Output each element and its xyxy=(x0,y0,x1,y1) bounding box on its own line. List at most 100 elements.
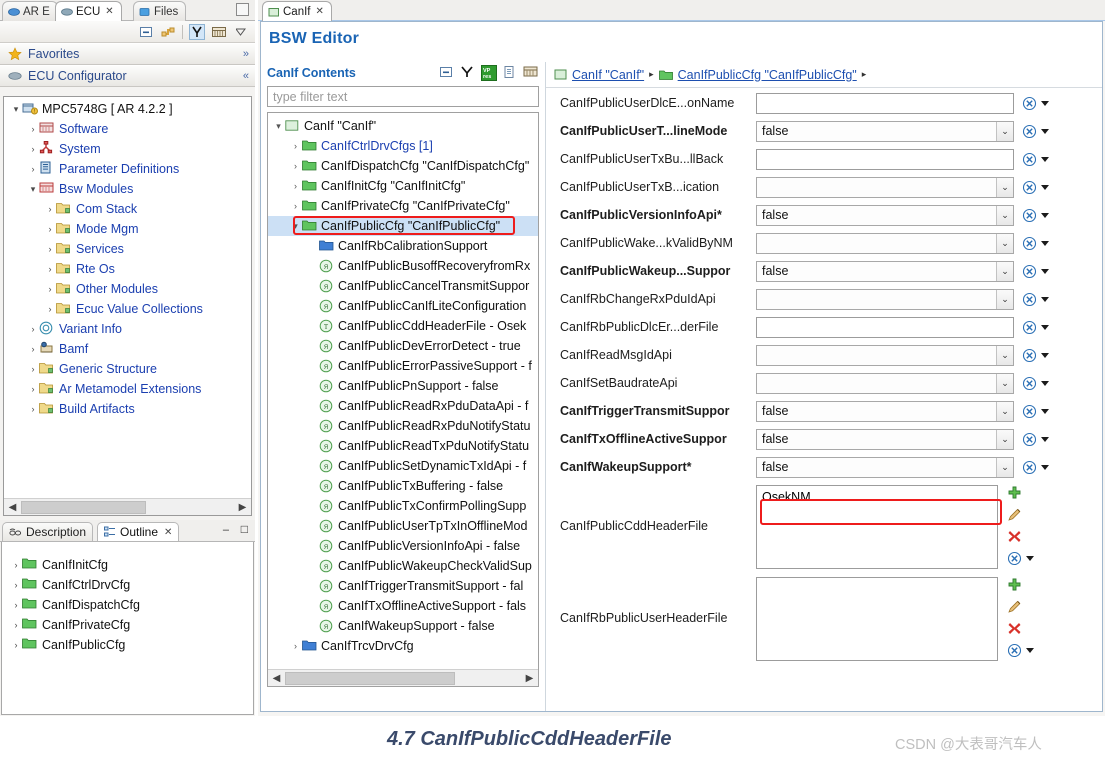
list-property-box[interactable]: OsekNM xyxy=(756,485,998,569)
reset-icon[interactable] xyxy=(1022,208,1037,223)
reset-icon[interactable] xyxy=(1022,96,1037,111)
scroll-left-arrow[interactable]: ◀ xyxy=(4,502,21,513)
property-combo[interactable]: ⌄ xyxy=(756,288,1014,310)
chevron-down-icon[interactable]: ▾ xyxy=(272,121,285,132)
vp-res-icon[interactable]: VP res xyxy=(481,65,497,81)
ecu-configurator-tree[interactable]: ▾! MPC5748G [ AR 4.2.2 ] › Software › System ›… xyxy=(3,96,252,516)
chevron-down-icon[interactable]: ⌄ xyxy=(996,457,1013,477)
chevron-right-icon[interactable]: › xyxy=(44,224,56,234)
outline-list[interactable]: › CanIfInitCfg › CanIfCtrlDrvCfg › CanIfDispa… xyxy=(1,542,254,715)
contents-tree-item[interactable]: Я CanIfPublicTxConfirmPollingSupp xyxy=(268,496,538,516)
chevron-right-icon[interactable]: › xyxy=(27,144,39,154)
tree-item[interactable]: › Services xyxy=(4,239,251,259)
contents-tree-item[interactable]: Я CanIfPublicCancelTransmitSuppor xyxy=(268,276,538,296)
tree-item[interactable]: › Software xyxy=(4,119,251,139)
property-combo[interactable]: ⌄ xyxy=(756,232,1014,254)
contents-tree-item[interactable]: › CanIfCtrlDrvCfgs [1] xyxy=(268,136,538,156)
list-property-box[interactable] xyxy=(756,577,998,661)
add-icon[interactable] xyxy=(1007,577,1022,595)
canif-contents-tree[interactable]: ▾ CanIf "CanIf" › CanIfCtrlDrvCfgs [1] › CanI… xyxy=(267,112,539,687)
contents-tree-item[interactable]: Я CanIfPublicCanIfLiteConfiguration xyxy=(268,296,538,316)
list-item[interactable]: › CanIfDispatchCfg xyxy=(2,595,253,615)
contents-tree-item[interactable]: Я CanIfTriggerTransmitSupport - fal xyxy=(268,576,538,596)
chevron-right-icon[interactable]: › xyxy=(10,640,22,650)
view-tab-files[interactable]: Files xyxy=(133,1,187,21)
property-textbox[interactable] xyxy=(756,316,1014,338)
scroll-thumb[interactable] xyxy=(21,500,146,514)
contents-tree-item[interactable]: T CanIfPublicCddHeaderFile - Osek xyxy=(268,316,538,336)
reset-icon[interactable] xyxy=(1022,376,1037,391)
contents-tree-item[interactable]: Я CanIfPublicTxBuffering - false xyxy=(268,476,538,496)
chevron-right-icon[interactable]: › xyxy=(44,264,56,274)
chevron-right-icon[interactable]: › xyxy=(289,161,302,171)
maximize-view-button[interactable] xyxy=(236,3,249,16)
tree-item[interactable]: › Generic Structure xyxy=(4,359,251,379)
tree-item[interactable]: › Mode Mgm xyxy=(4,219,251,239)
property-textbox[interactable] xyxy=(756,92,1014,114)
property-combo[interactable]: false ⌄ xyxy=(756,260,1014,282)
chevron-up-icon[interactable]: « xyxy=(243,70,249,82)
contents-tree-item[interactable]: Я CanIfPublicWakeupCheckValidSup xyxy=(268,556,538,576)
editor-tab-canif[interactable]: CanIf ✕ xyxy=(262,1,332,21)
menu-caret-icon[interactable] xyxy=(1041,268,1049,274)
contents-tree-item[interactable]: Я CanIfPublicUserTpTxInOfflineMod xyxy=(268,516,538,536)
chevron-right-icon[interactable]: › xyxy=(44,244,56,254)
filter-input[interactable]: type filter text xyxy=(267,86,539,107)
menu-caret-icon[interactable] xyxy=(1041,464,1049,470)
contents-tree-item[interactable]: Я CanIfPublicReadRxPduDataApi - f xyxy=(268,396,538,416)
chevron-right-icon[interactable]: › xyxy=(10,580,22,590)
chevron-right-icon[interactable]: › xyxy=(10,560,22,570)
chevron-down-icon[interactable]: » xyxy=(243,48,249,60)
reset-icon[interactable] xyxy=(1022,292,1037,307)
chevron-down-icon[interactable]: ⌄ xyxy=(996,429,1013,449)
reset-icon[interactable] xyxy=(1022,264,1037,279)
view-menu-icon[interactable] xyxy=(233,24,249,40)
collapse-all-icon[interactable] xyxy=(439,65,455,81)
minimize-button[interactable]: – xyxy=(223,524,229,536)
menu-caret-icon[interactable] xyxy=(1026,648,1034,653)
scroll-thumb[interactable] xyxy=(285,671,455,685)
menu-caret-icon[interactable] xyxy=(1041,380,1049,386)
chevron-down-icon[interactable]: ⌄ xyxy=(996,121,1013,141)
close-icon[interactable]: ✕ xyxy=(316,6,324,17)
property-combo[interactable]: false ⌄ xyxy=(756,400,1014,422)
chevron-down-icon[interactable]: ⌄ xyxy=(996,401,1013,421)
list-item[interactable]: › CanIfPrivateCfg xyxy=(2,615,253,635)
chevron-down-icon[interactable]: ⌄ xyxy=(996,261,1013,281)
property-combo[interactable]: false ⌄ xyxy=(756,456,1014,478)
reset-icon[interactable] xyxy=(1022,124,1037,139)
property-combo[interactable]: ⌄ xyxy=(756,372,1014,394)
tree-item[interactable]: › System xyxy=(4,139,251,159)
chevron-down-icon[interactable]: ⌄ xyxy=(996,205,1013,225)
menu-caret-icon[interactable] xyxy=(1041,100,1049,106)
property-combo[interactable]: false ⌄ xyxy=(756,204,1014,226)
contents-tree-item[interactable]: Я CanIfWakeupSupport - false xyxy=(268,616,538,636)
reset-icon[interactable] xyxy=(1022,432,1037,447)
chevron-right-icon[interactable]: › xyxy=(289,201,302,211)
contents-tree-item[interactable]: Я CanIfPublicSetDynamicTxIdApi - f xyxy=(268,456,538,476)
contents-tree-item[interactable]: CanIfRbCalibrationSupport xyxy=(268,236,538,256)
contents-tree-item[interactable]: Я CanIfPublicReadRxPduNotifyStatu xyxy=(268,416,538,436)
tree-item[interactable]: › Rte Os xyxy=(4,259,251,279)
chevron-right-icon[interactable]: › xyxy=(289,141,302,151)
chevron-right-icon[interactable]: › xyxy=(10,620,22,630)
tab-outline[interactable]: Outline ✕ xyxy=(97,522,180,541)
add-icon[interactable] xyxy=(1007,485,1022,503)
menu-caret-icon[interactable] xyxy=(1041,240,1049,246)
scroll-right-arrow[interactable]: ▶ xyxy=(521,673,538,684)
chevron-down-icon[interactable]: ▾ xyxy=(289,221,302,232)
close-icon[interactable]: ✕ xyxy=(164,527,172,538)
chevron-right-icon[interactable]: › xyxy=(27,324,39,334)
chevron-right-icon[interactable]: › xyxy=(44,284,56,294)
tree-item[interactable]: › Ar Metamodel Extensions xyxy=(4,379,251,399)
chevron-right-icon[interactable]: › xyxy=(44,204,56,214)
scroll-right-arrow[interactable]: ▶ xyxy=(234,502,251,513)
tree-item[interactable]: › Parameter Definitions xyxy=(4,159,251,179)
edit-icon[interactable] xyxy=(1007,507,1022,525)
filter-icon[interactable] xyxy=(189,23,205,40)
tree-item[interactable]: › Build Artifacts xyxy=(4,399,251,419)
menu-caret-icon[interactable] xyxy=(1041,128,1049,134)
tree-item[interactable]: › Variant Info xyxy=(4,319,251,339)
property-textbox[interactable] xyxy=(756,148,1014,170)
contents-tree-item[interactable]: Я CanIfPublicErrorPassiveSupport - f xyxy=(268,356,538,376)
